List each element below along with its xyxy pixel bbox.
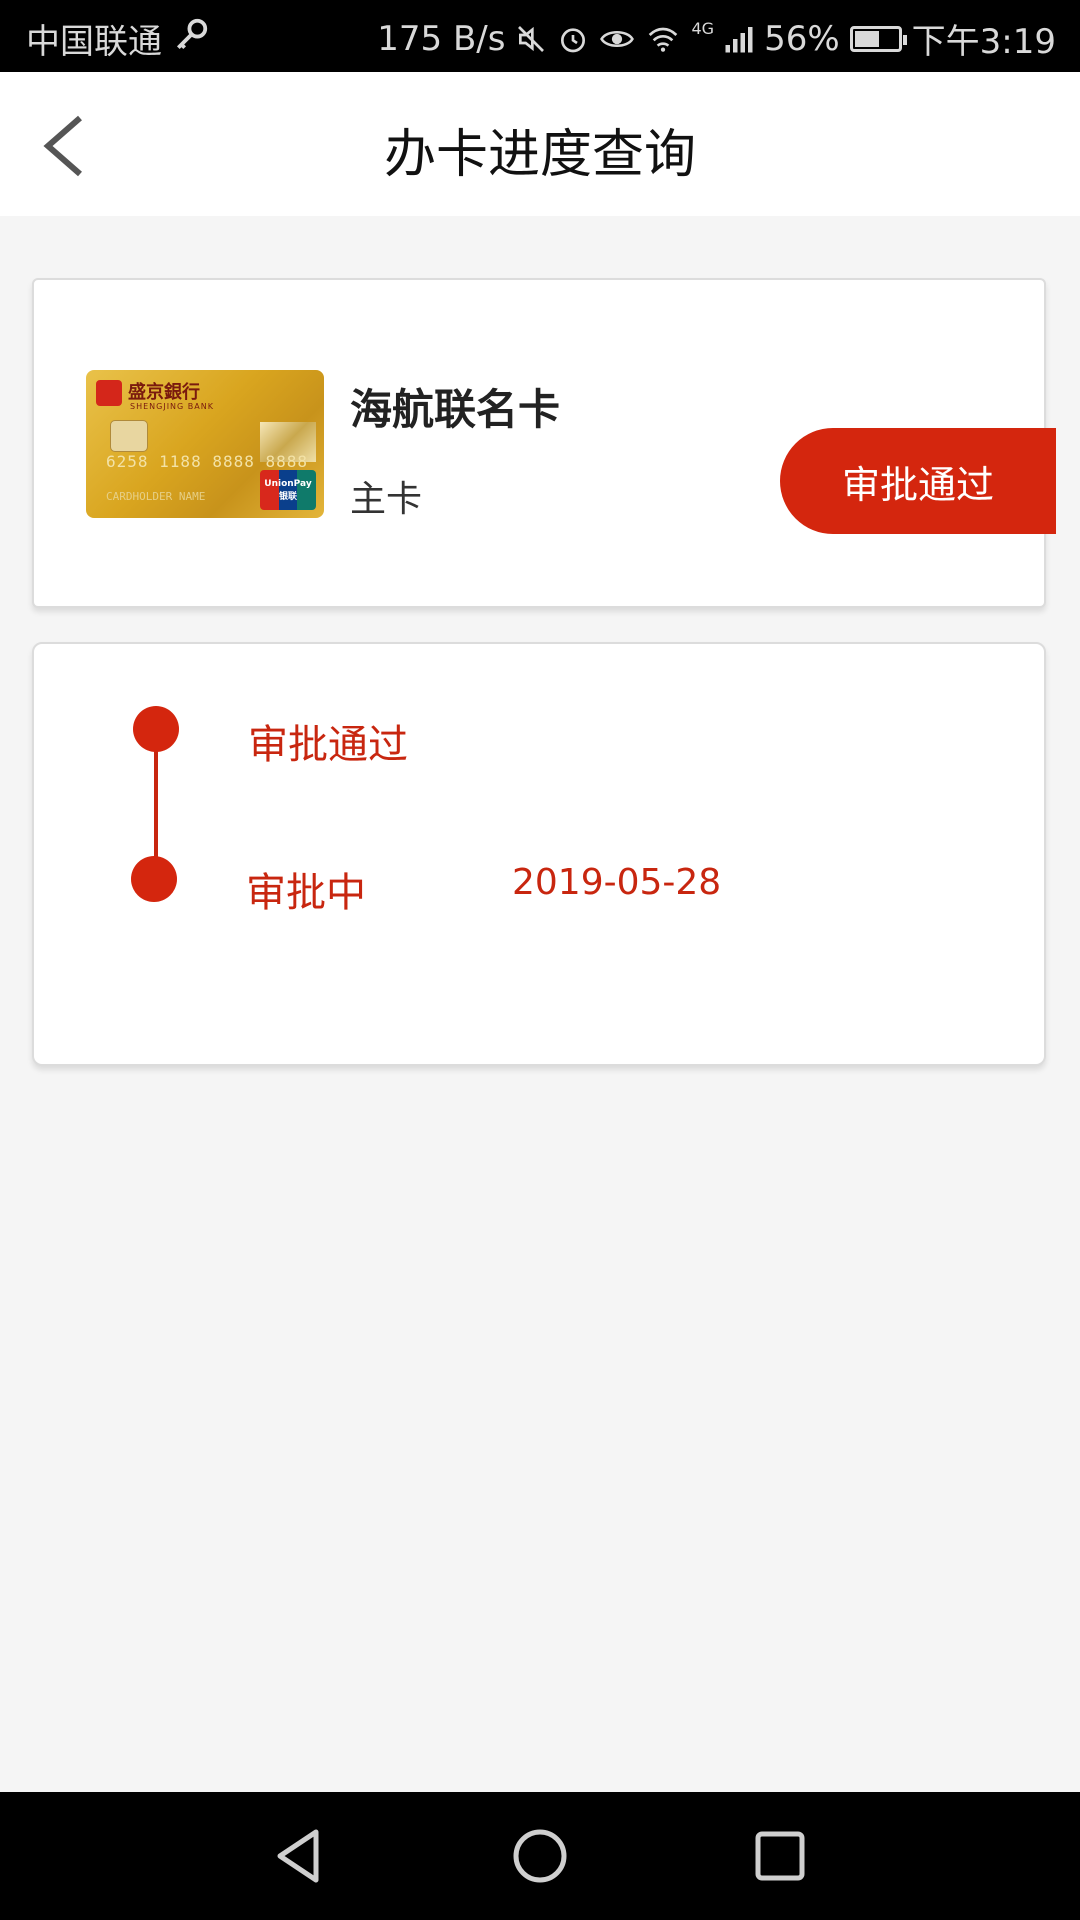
status-icons: 175 B/s 4G 56% 下午3:19 — [377, 14, 1056, 63]
nav-back-icon[interactable] — [268, 1824, 332, 1888]
card-chip-icon — [110, 420, 148, 452]
app-header: 办卡进度查询 — [0, 72, 1080, 216]
battery-percent: 56% — [764, 18, 840, 59]
net-speed: 175 B/s — [377, 18, 506, 59]
network-type: 4G — [691, 19, 715, 38]
card-bank-name: 盛京銀行 — [128, 382, 200, 403]
alarm-icon — [561, 27, 586, 52]
clock: 下午3:19 — [911, 22, 1056, 62]
mute-icon — [518, 25, 545, 52]
nav-home-icon[interactable] — [508, 1824, 572, 1888]
timeline-dot — [131, 856, 177, 902]
battery-level — [854, 30, 879, 47]
signal-icon — [725, 26, 753, 52]
timeline-step-label: 审批中 — [246, 870, 366, 916]
battery-icon — [849, 25, 907, 52]
card-type: 主卡 — [350, 479, 423, 520]
approval-status-badge: 审批通过 — [780, 428, 1056, 534]
system-nav-bar — [0, 1792, 1080, 1920]
wifi-icon — [649, 27, 678, 52]
timeline-step-label: 审批通过 — [248, 722, 408, 768]
timeline-dot — [133, 706, 179, 752]
card-holder: CARDHOLDER NAME — [106, 490, 206, 503]
nav-recents-icon[interactable] — [748, 1824, 812, 1888]
timeline-step-date: 2019-05-28 — [512, 862, 722, 903]
key-icon — [176, 18, 208, 50]
card-product-name: 海航联名卡 — [350, 385, 561, 434]
progress-timeline-panel: 审批通过 审批中 2019-05-28 — [32, 642, 1046, 1066]
card-bank-name-en: SHENGJING BANK — [130, 402, 214, 411]
credit-card-image: 盛京銀行 SHENGJING BANK 6258 1188 8888 8888 … — [86, 370, 324, 518]
bank-logo-icon — [96, 380, 122, 406]
card-number: 6258 1188 8888 8888 — [106, 452, 309, 471]
unionpay-label: UnionPay 银联 — [264, 479, 312, 502]
page-title: 办卡进度查询 — [383, 125, 696, 185]
carrier-name: 中国联通 — [26, 22, 162, 62]
eye-icon — [600, 30, 635, 47]
status-bar: 中国联通 175 B/s 4G 56% 下午3:19 — [0, 0, 1080, 72]
